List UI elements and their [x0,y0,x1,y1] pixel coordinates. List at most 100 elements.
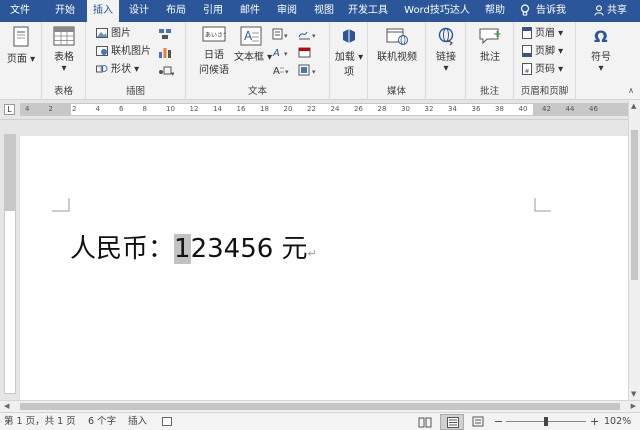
tab-word-tips[interactable]: Word技巧达人 [400,0,474,22]
text-after-selection: 23456 元 [190,234,308,264]
ruler-number: 42 [542,105,551,113]
header-button[interactable]: 页眉 ▾ [522,26,563,42]
page-icon [13,26,29,47]
vertical-scroll-thumb[interactable] [631,130,638,280]
group-pages: 页面 ▾ [0,22,42,100]
insert-mode[interactable]: 插入 [128,413,147,430]
tab-review[interactable]: 审阅 [270,0,304,22]
svg-text:+: + [493,29,501,40]
svg-text:▾: ▾ [171,70,174,76]
tab-view[interactable]: 视图 [307,0,341,22]
comment-label: 批注 [480,52,500,63]
group-label-text: 文本 [247,86,267,97]
tab-developer[interactable]: 开发工具 [344,0,392,22]
scroll-left-arrow-icon[interactable]: ◀ [4,401,9,412]
print-layout-icon[interactable] [440,414,464,430]
symbol-button[interactable]: Ω 符号 ▾ [584,26,618,74]
ruler-number: 2 [48,105,53,113]
japanese-greeting-button[interactable]: あいさつ 日语 问候语 [196,26,232,76]
scroll-right-arrow-icon[interactable]: ▶ [631,401,636,412]
page-number-button[interactable]: # 页码 ▾ [522,62,563,78]
picture-button[interactable]: 图片 [96,26,131,42]
video-icon [386,28,408,45]
tab-selector[interactable]: L [4,104,15,115]
lightbulb-icon [520,4,530,16]
ruler-number: 10 [166,105,175,113]
vertical-scrollbar[interactable]: ▲ ▼ [628,100,640,400]
comment-button[interactable]: + 批注 [474,26,506,63]
wordart-icon[interactable]: A ▾ [272,46,292,58]
group-label-media: 媒体 [386,86,406,97]
vertical-ruler-top-margin [5,135,15,211]
addins-label-2: 项 [344,67,354,78]
footer-button[interactable]: 页脚 ▾ [522,44,563,60]
group-label-illustrations: 插图 [125,86,145,97]
zoom-out-button[interactable]: − [494,413,503,430]
tab-help[interactable]: 帮助 [480,0,510,22]
tell-me-box[interactable]: 告诉我 [520,0,566,22]
word-count[interactable]: 6 个字 [88,413,116,430]
tab-insert[interactable]: 插入 [87,0,119,22]
shapes-button[interactable]: 形状 ▾ [96,62,139,78]
horizontal-ruler[interactable]: L 4 2 2 4 6 8 10 12 14 16 18 20 22 24 26 28 30 32 34 36 38 40… [0,100,640,120]
ruler-track: 4 2 2 4 6 8 10 12 14 16 18 20 22 24 26 28 30 32 34 36 38 40 42… [20,103,634,116]
link-button[interactable]: 链接 ▾ [430,26,462,74]
footer-icon [522,45,532,57]
page-count[interactable]: 第 1 页，共 1 页 [4,413,76,430]
svg-text:A: A [244,29,253,43]
macro-record-icon[interactable] [162,417,172,426]
horizontal-scroll-thumb[interactable] [20,403,620,410]
ruler-number: 28 [377,105,387,113]
tab-home[interactable]: 开始 [46,0,84,22]
online-picture-button[interactable]: 联机图片 [96,44,151,60]
zoom-in-button[interactable]: + [590,413,599,430]
document-page[interactable]: 人民币：123456 元↵ [20,136,628,400]
tab-layout[interactable]: 布局 [159,0,193,22]
horizontal-scrollbar[interactable]: ◀ ▶ [0,400,640,412]
collapse-ribbon-icon[interactable]: ∧ [628,86,634,95]
selected-text[interactable]: 1 [174,234,191,264]
quick-parts-icon[interactable]: ▾ [272,28,292,40]
smartart-icon[interactable] [158,28,172,40]
addins-button[interactable]: 加载 ▾ 项 [333,26,365,78]
screenshot-icon[interactable]: ▾ [158,64,174,76]
group-label-header-footer: 页眉和页脚 [520,86,569,97]
ruler-number: 2 [72,105,77,113]
date-time-icon[interactable] [298,46,312,58]
tab-references[interactable]: 引用 [196,0,230,22]
pages-button[interactable]: 页面 ▾ [5,26,37,65]
document-text-line[interactable]: 人民币：123456 元↵ [70,228,317,265]
textbox-button[interactable]: A 文本框 ▾ [234,26,272,63]
tab-mailings[interactable]: 邮件 [233,0,267,22]
tab-file[interactable]: 文件 [0,0,40,22]
object-icon[interactable]: ▾ [298,64,320,76]
ruler-number: 26 [354,105,363,113]
scroll-up-arrow-icon[interactable]: ▲ [631,102,636,110]
table-label: 表格 [54,52,74,63]
signature-line-icon[interactable]: ▾ [298,28,320,40]
table-button[interactable]: 表格 ▾ [48,26,80,74]
zoom-level[interactable]: 102% [604,413,631,430]
zoom-slider-thumb[interactable] [544,417,548,426]
ruler-number: 22 [307,105,316,113]
vertical-ruler[interactable] [0,120,20,400]
read-mode-icon[interactable] [418,416,432,428]
share-button[interactable]: 共享 [594,0,627,22]
svg-text:▾: ▾ [284,32,288,40]
vertical-ruler-track [4,134,16,394]
group-links: 链接 ▾ [426,22,466,100]
online-video-button[interactable]: 联机视频 [372,26,422,63]
scroll-down-arrow-icon[interactable]: ▼ [631,390,636,398]
header-icon [522,27,532,39]
chart-icon[interactable] [158,46,172,58]
svg-text:▾: ▾ [312,68,316,76]
tab-design[interactable]: 设计 [122,0,156,22]
ruler-number: 46 [589,105,598,113]
header-label: 页眉 [535,28,555,39]
group-label-tables: 表格 [53,86,73,97]
svg-text:▾: ▾ [284,50,288,58]
svg-text:▾: ▾ [312,32,316,40]
web-layout-icon[interactable] [472,416,486,428]
textbox-icon: A [240,26,262,46]
drop-cap-icon[interactable]: A ▾ [272,64,292,76]
